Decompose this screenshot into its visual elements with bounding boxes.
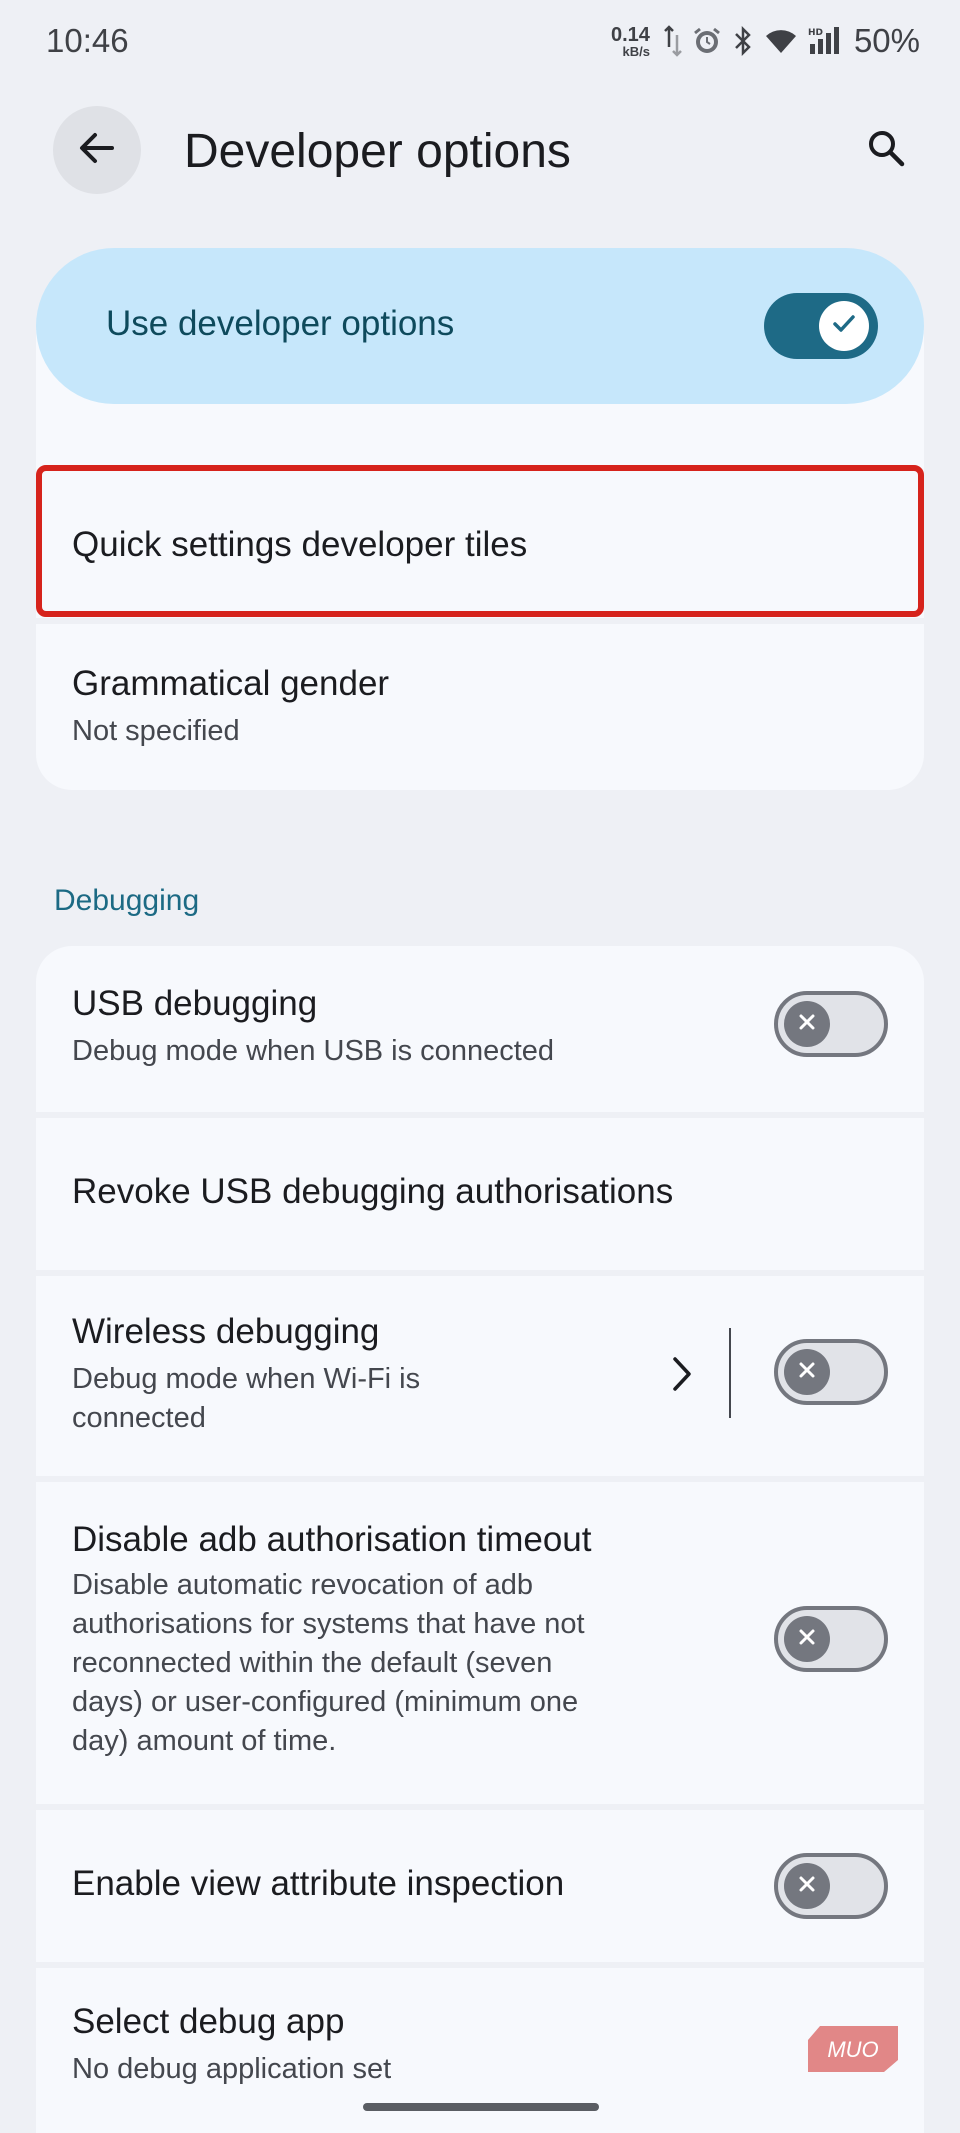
network-speed: 0.14 kB/s (611, 25, 650, 58)
wireless-debugging-subtitle-line1: Debug mode when Wi-Fi is (72, 1363, 421, 1395)
disable-adb-timeout-description: Disable automatic revocation of adb auth… (72, 1566, 712, 1761)
svg-text:HD: HD (808, 28, 823, 38)
battery-percent: 50% (853, 22, 920, 59)
toggle-thumb (784, 1001, 830, 1047)
vertical-divider (729, 1328, 731, 1418)
use-developer-options-toggle[interactable] (764, 293, 878, 359)
muo-watermark-logo: MUO (806, 2024, 900, 2074)
revoke-usb-debugging-title: Revoke USB debugging authorisations (72, 1172, 674, 1211)
toggle-thumb (784, 1863, 830, 1909)
disable-adb-timeout-toggle[interactable] (774, 1606, 888, 1672)
wireless-debugging-subtitle-line2: connected (72, 1402, 206, 1434)
page-title: Developer options (184, 125, 571, 178)
description-line: days) or user-configured (minimum one (72, 1686, 579, 1718)
usb-debugging-title: USB debugging (72, 984, 318, 1023)
close-icon (795, 1358, 819, 1387)
back-button[interactable] (53, 106, 141, 194)
network-speed-unit: kB/s (622, 43, 650, 59)
usb-debugging-toggle[interactable] (774, 991, 888, 1057)
close-icon (795, 1872, 819, 1901)
wifi-icon (764, 27, 798, 55)
search-icon (866, 128, 906, 173)
grammatical-gender-value: Not specified (72, 715, 240, 747)
view-attribute-inspection-title: Enable view attribute inspection (72, 1864, 565, 1903)
wireless-debugging-toggle[interactable] (774, 1339, 888, 1405)
revoke-usb-debugging-item[interactable]: Revoke USB debugging authorisations (36, 1118, 924, 1270)
status-time: 10:46 (46, 22, 129, 59)
toggle-thumb (784, 1349, 830, 1395)
view-attribute-inspection-item[interactable]: Enable view attribute inspection (36, 1810, 924, 1962)
description-line: Disable automatic revocation of adb (72, 1569, 534, 1601)
disable-adb-timeout-title: Disable adb authorisation timeout (72, 1520, 592, 1559)
search-button[interactable] (842, 106, 930, 194)
home-indicator[interactable] (363, 2103, 599, 2111)
usb-debugging-subtitle: Debug mode when USB is connected (72, 1035, 555, 1067)
toggle-thumb (784, 1616, 830, 1662)
description-line: authorisations for systems that have not (72, 1608, 585, 1640)
arrow-back-icon (78, 129, 116, 172)
bluetooth-icon (732, 26, 754, 56)
wireless-debugging-item[interactable]: Wireless debugging Debug mode when Wi-Fi… (36, 1276, 924, 1476)
grammatical-gender-item[interactable]: Grammatical gender Not specified (36, 624, 924, 790)
quick-settings-developer-tiles[interactable]: Quick settings developer tiles (36, 465, 924, 617)
toggle-thumb (819, 301, 869, 351)
chevron-right-icon[interactable] (666, 1354, 696, 1399)
use-developer-options-label: Use developer options (106, 304, 455, 343)
status-bar: 10:46 0.14 kB/s HD 50% (0, 0, 960, 90)
close-icon (795, 1010, 819, 1039)
view-attribute-inspection-toggle[interactable] (774, 1853, 888, 1919)
status-icons: 0.14 kB/s HD 50% (611, 22, 920, 60)
data-arrows-icon (664, 25, 682, 57)
wireless-debugging-title: Wireless debugging (72, 1312, 380, 1351)
close-icon (795, 1625, 819, 1654)
alarm-icon (692, 26, 722, 56)
use-developer-options-switch[interactable]: Use developer options (36, 248, 924, 404)
usb-debugging-item[interactable]: USB debugging Debug mode when USB is con… (36, 946, 924, 1112)
description-line: day) amount of time. (72, 1725, 337, 1757)
disable-adb-timeout-item[interactable]: Disable adb authorisation timeout Disabl… (36, 1482, 924, 1804)
select-debug-app-title: Select debug app (72, 2002, 345, 2041)
quick-settings-developer-tiles-title: Quick settings developer tiles (72, 525, 528, 564)
svg-text:MUO: MUO (827, 2037, 878, 2062)
network-speed-value: 0.14 (611, 23, 650, 46)
grammatical-gender-title: Grammatical gender (72, 664, 390, 703)
app-bar: Developer options (0, 100, 960, 200)
check-icon (830, 310, 858, 343)
select-debug-app-subtitle: No debug application set (72, 2053, 392, 2085)
signal-icon: HD (808, 26, 840, 56)
description-line: reconnected within the default (seven (72, 1647, 553, 1679)
section-header-debugging: Debugging (54, 884, 200, 917)
